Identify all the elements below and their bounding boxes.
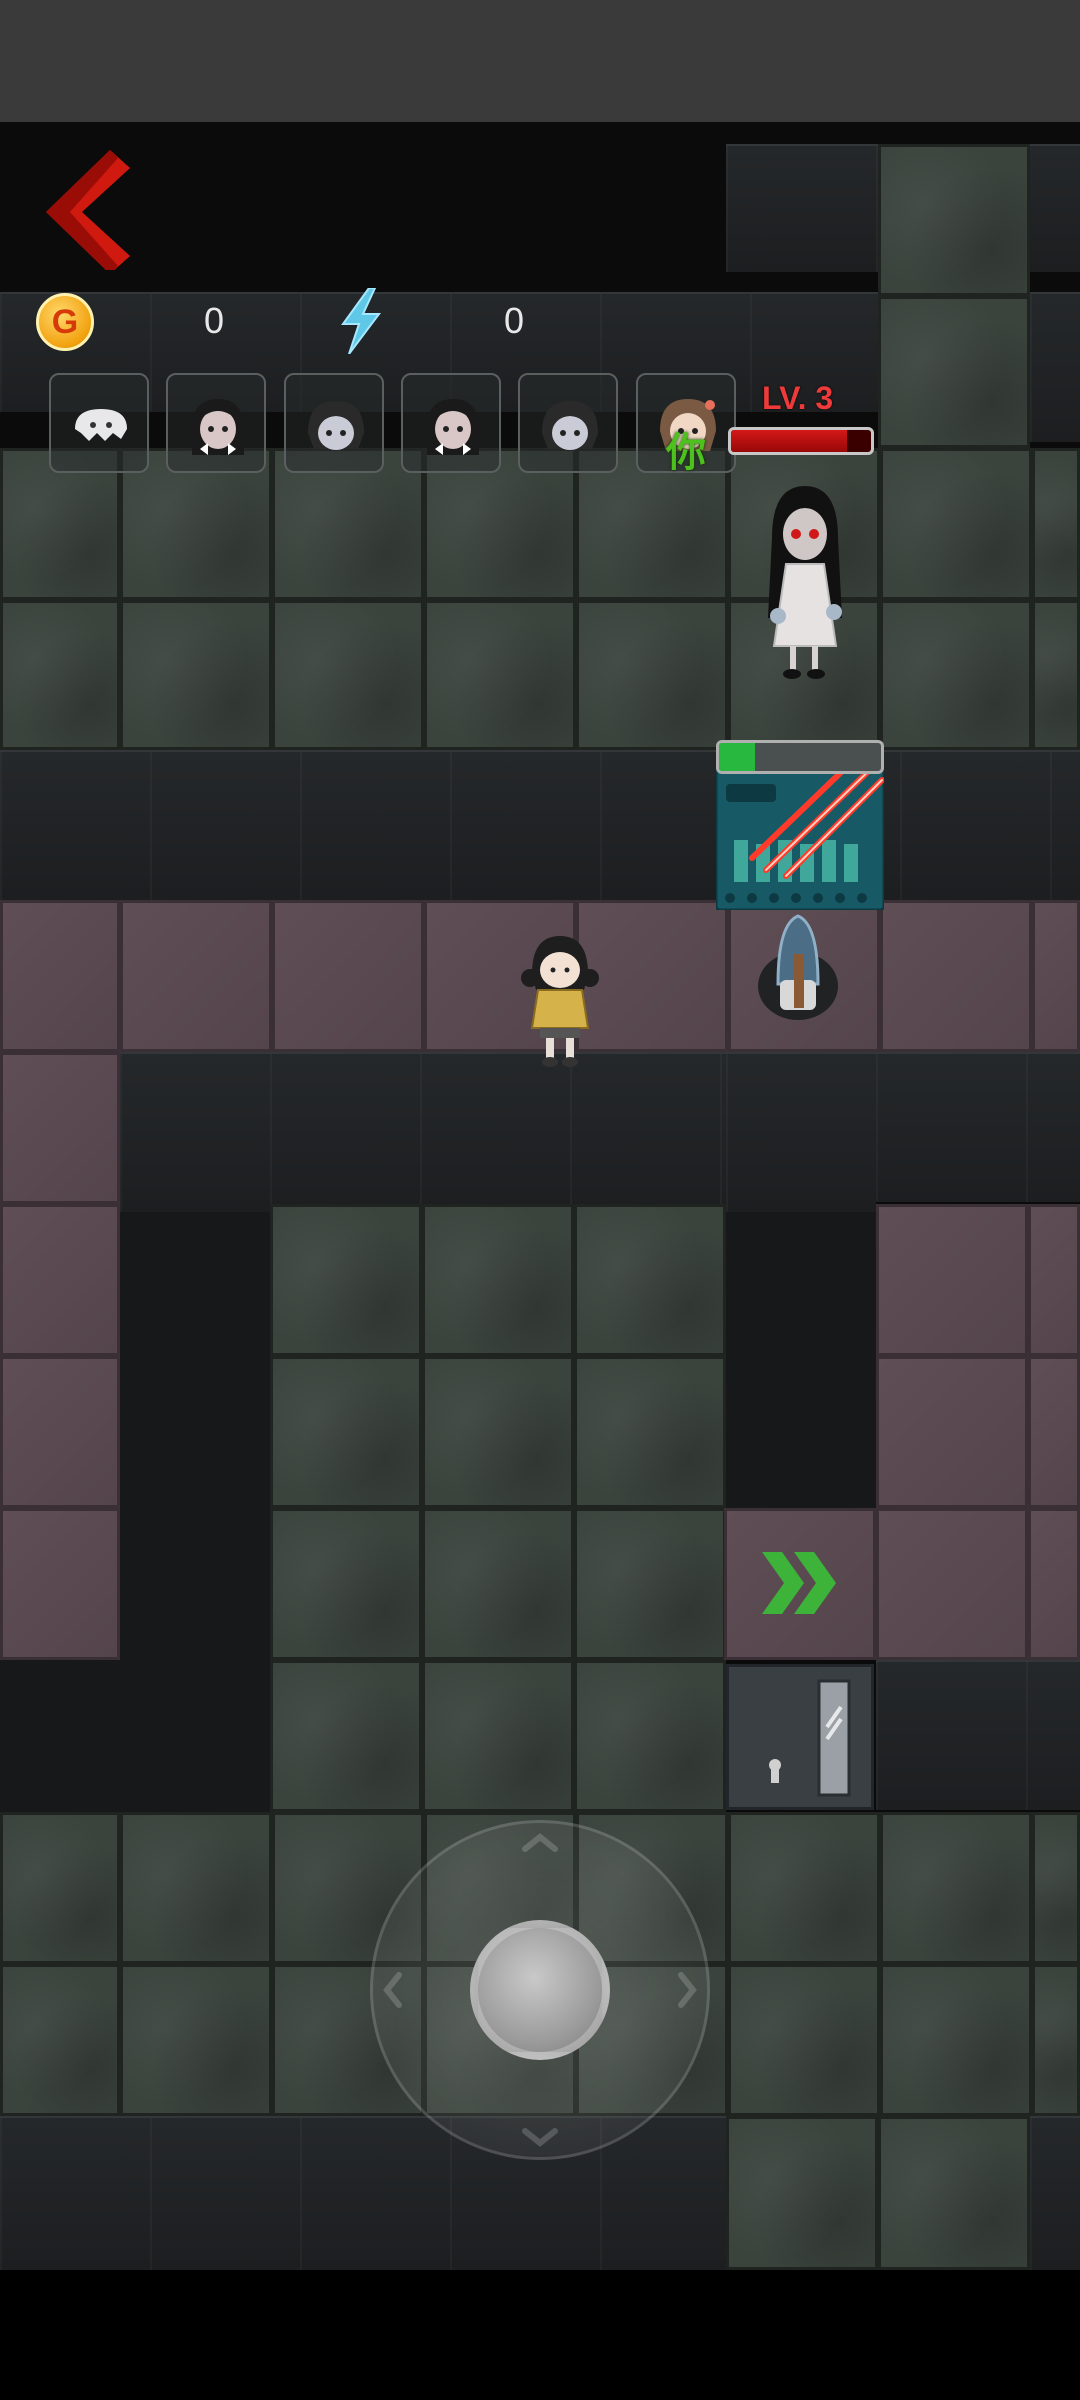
character-slot-girl-bows[interactable] [166,373,266,473]
floor-tile [880,1812,1032,1964]
floor-tile [424,600,576,750]
machine-progress-bar [716,740,884,774]
floor-tile [878,296,1030,448]
corridor-tile [880,900,1032,1052]
energy-count: 0 [504,300,525,341]
ghost-icon [75,409,127,441]
floor-tile [726,2116,878,2270]
chevron-left-icon [46,150,130,274]
wall [120,1052,726,1212]
floor-tile [878,144,1030,296]
corridor-tile [1028,1356,1080,1508]
floor-tile [574,1204,726,1356]
coin-icon: G [36,293,94,351]
machine-progress-fill [719,743,755,771]
floor-tile [880,600,1032,750]
you-label: 你 [666,431,706,475]
girl-avatar-icon [308,401,364,450]
wall [0,1660,270,1812]
corridor-tile [0,1356,120,1508]
floor-tile [0,1964,120,2116]
floor-tile [422,1356,574,1508]
floor-tile [728,1812,880,1964]
corridor-tile [120,900,272,1052]
character-slot-ghost[interactable] [49,373,149,473]
corridor-tile [0,1052,120,1204]
girl-avatar-icon [427,399,479,455]
floor-tile [574,1660,726,1812]
corridor-tile [876,1508,1028,1660]
corridor-tile [0,900,120,1052]
joystick-knob[interactable] [470,1920,610,2060]
lantern-object [758,914,838,1020]
corridor-tile [876,1204,1028,1356]
enemy-level-label: LV. 3 [762,380,834,416]
floor-tile [0,1812,120,1964]
floor-tile [576,600,728,750]
floor-tile [880,1964,1032,2116]
corridor-tile [1032,900,1080,1052]
ghost-girl-enemy [768,486,842,679]
floor-tile [270,1508,422,1660]
lightning-bolt-icon [341,288,381,354]
wall [726,1052,876,1212]
player-character [521,936,599,1067]
floor-tile [270,1204,422,1356]
back-button[interactable] [40,150,140,274]
wall [876,1052,1080,1202]
character-slot-pale-girl[interactable] [518,373,618,473]
floor-tile [120,600,272,750]
wall [0,750,1080,900]
door[interactable] [726,1664,874,1810]
wall [1030,292,1080,442]
floor-tile [422,1660,574,1812]
wall [1030,2116,1080,2270]
wall [876,1660,1080,1810]
girl-avatar-icon [192,399,244,455]
floor-tile [422,1508,574,1660]
floor-tile [880,448,1032,600]
floor-tile [574,1508,726,1660]
corridor-tile [0,1508,120,1660]
corridor-tile [876,1356,1028,1508]
girl-avatar-icon [542,401,598,450]
corridor-tile [1028,1508,1080,1660]
door-icon [769,1679,851,1797]
floor-tile [728,1964,880,2116]
character-slot-girl-bows[interactable] [401,373,501,473]
floor-tile [1032,448,1080,600]
enemy-health-bar [728,427,874,455]
floor-tile [120,1812,272,1964]
floor-tile [1032,1812,1080,1964]
status-bar [0,0,1080,122]
floor-tile [422,1204,574,1356]
character-slot-pale-girl[interactable] [284,373,384,473]
bottom-bar [0,2270,1080,2400]
corridor-tile [0,1204,120,1356]
exit-arrow-icon [762,1552,836,1614]
floor-tile [120,1964,272,2116]
corridor-tile [272,900,424,1052]
floor-tile [878,2116,1030,2270]
floor-tile [1032,1964,1080,2116]
floor-tile [270,1356,422,1508]
floor-tile [0,600,120,750]
floor-tile [574,1356,726,1508]
corridor-tile [1028,1204,1080,1356]
floor-tile [270,1660,422,1812]
coin-count: 0 [204,300,225,341]
enemy-health-fill [731,430,848,452]
floor-tile [272,600,424,750]
floor-tile [1032,600,1080,750]
